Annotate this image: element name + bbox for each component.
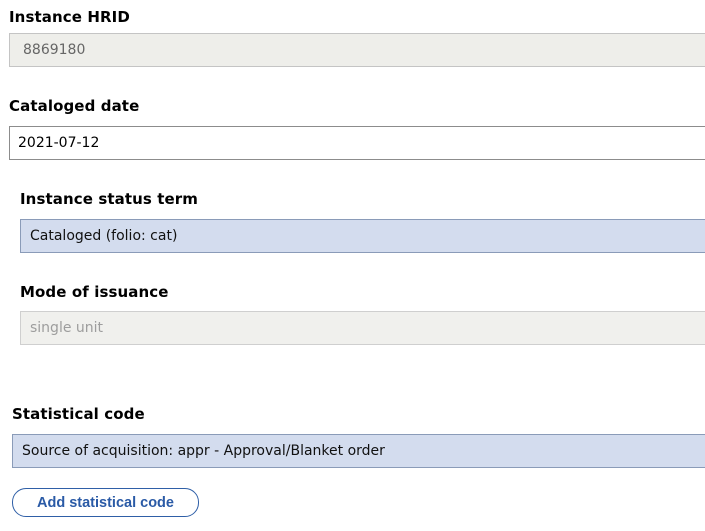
- mode-of-issuance-select: single unit: [20, 311, 705, 345]
- instance-status-term-select[interactable]: Cataloged (folio: cat): [20, 219, 705, 253]
- instance-hrid-field: 8869180: [9, 33, 705, 67]
- instance-status-term-label: Instance status term: [20, 190, 199, 208]
- instance-hrid-label: Instance HRID: [9, 8, 130, 26]
- statistical-code-label: Statistical code: [12, 405, 145, 423]
- cataloged-date-label: Cataloged date: [9, 97, 140, 115]
- cataloged-date-input[interactable]: 2021-07-12: [9, 126, 705, 160]
- statistical-code-select[interactable]: Source of acquisition: appr - Approval/B…: [12, 434, 705, 468]
- mode-of-issuance-label: Mode of issuance: [20, 283, 169, 301]
- add-statistical-code-button[interactable]: Add statistical code: [12, 488, 199, 517]
